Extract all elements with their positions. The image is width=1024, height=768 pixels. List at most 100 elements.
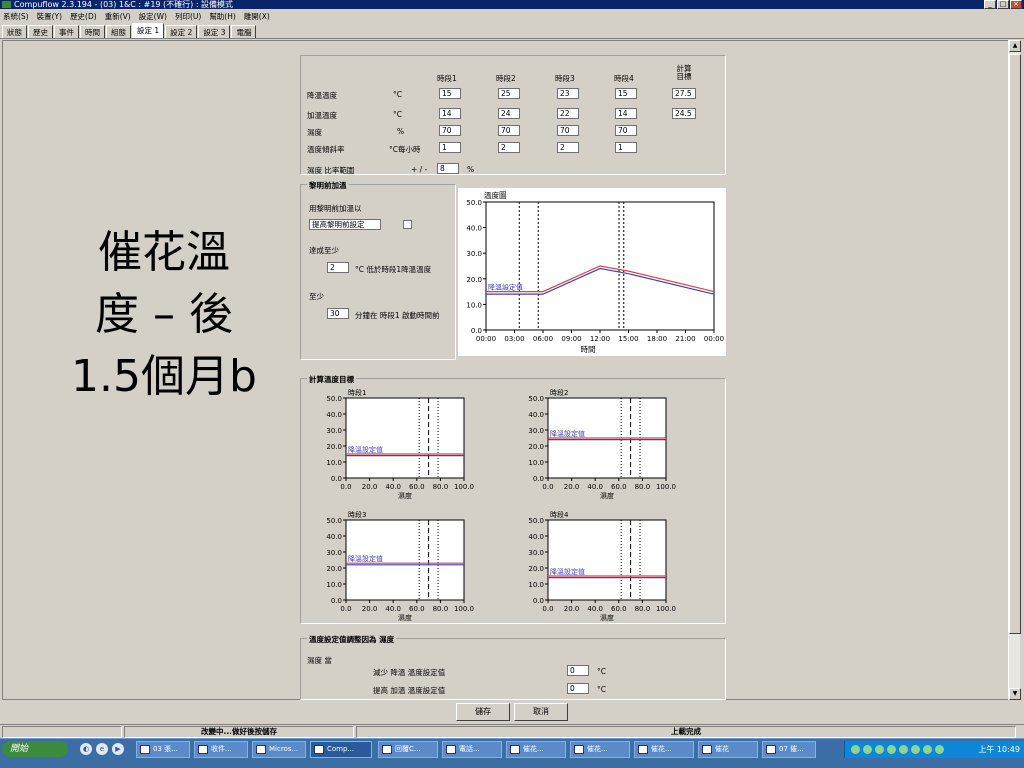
humidity-p1[interactable]: 70 [439, 125, 461, 136]
tab-history[interactable]: 歷史 [28, 25, 53, 38]
cancel-button[interactable]: 取消 [514, 703, 568, 721]
heating-temp-p1[interactable]: 14 [439, 108, 461, 119]
vertical-scrollbar[interactable]: ▲ ▼ [1008, 40, 1021, 700]
menu-print[interactable]: 列印(U) [175, 11, 201, 22]
x-tick-label: 20.0 [362, 605, 378, 613]
adjust-group: 溫度設定值調整因為 濕度 濕度 當 減少 降溫 溫度設定值 0 °C 提高 加溫… [300, 634, 726, 700]
predawn-title: 黎明前加溫 [307, 180, 349, 191]
menu-history[interactable]: 歷史(D) [70, 11, 97, 22]
header-period-2: 時段2 [496, 74, 516, 83]
taskbar-item-active[interactable]: Comp... [310, 741, 372, 758]
humidity-p2[interactable]: 70 [498, 125, 520, 136]
x-tick-label: 0.0 [340, 483, 351, 491]
temperature-chart-xlabel: 時間 [581, 345, 596, 354]
taskbar-item[interactable]: 07 催... [762, 741, 816, 758]
save-button[interactable]: 儲存 [456, 703, 510, 721]
scroll-down-arrow-icon[interactable]: ▼ [1009, 688, 1021, 700]
ramp-rate-p3[interactable]: 2 [557, 142, 579, 153]
desktop-icon[interactable]: ◐ [80, 743, 92, 755]
ramp-rate-p4[interactable]: 1 [615, 142, 637, 153]
taskbar-item[interactable]: Micros... [252, 741, 306, 758]
tab-settings-2[interactable]: 設定 2 [165, 25, 198, 38]
cooling-temp-p1[interactable]: 15 [439, 88, 461, 99]
tab-status[interactable]: 狀態 [2, 25, 27, 38]
adjust-row2-input[interactable]: 0 [567, 683, 589, 694]
tab-events[interactable]: 事件 [54, 25, 79, 38]
window-controls: _ □ × [984, 0, 1022, 9]
taskbar-item[interactable]: 回覆C... [378, 741, 438, 758]
menu-help[interactable]: 幫助(H) [209, 11, 236, 22]
taskbar-item[interactable]: 電話... [442, 741, 502, 758]
tray-icon[interactable] [899, 745, 908, 754]
menu-refresh[interactable]: 重新(V) [105, 11, 131, 22]
cooling-temp-p3[interactable]: 23 [557, 88, 579, 99]
x-tick-label: 20.0 [362, 483, 378, 491]
start-button[interactable]: 開始 [2, 741, 68, 757]
tray-icon[interactable] [851, 745, 860, 754]
tab-settings-3[interactable]: 設定 3 [198, 25, 231, 38]
humidity-p3[interactable]: 70 [557, 125, 579, 136]
close-button[interactable]: × [1010, 0, 1022, 9]
ramp-rate-p2[interactable]: 2 [498, 142, 520, 153]
predawn-lead-label: 至少 [309, 292, 324, 301]
tab-computer[interactable]: 電腦 [231, 25, 257, 38]
cooling-temp-p4[interactable]: 15 [615, 88, 637, 99]
tab-settings-1[interactable]: 設定 1 [132, 23, 165, 38]
y-tick-label: 20.0 [326, 443, 342, 451]
x-tick-label: 03:00 [504, 335, 524, 343]
browser-icon[interactable]: e [96, 743, 108, 755]
tray-icon[interactable] [875, 745, 884, 754]
x-tick-label: 60.0 [409, 483, 425, 491]
mini-chart-xlabel: 濕度 [600, 491, 614, 500]
tray-icon[interactable] [863, 745, 872, 754]
humidity-range-input[interactable]: 8 [437, 163, 459, 174]
taskbar-item[interactable]: 催花 [698, 741, 758, 758]
menu-system[interactable]: 系統(S) [3, 11, 29, 22]
taskbar: 開始 ◐ e ▶ 03 張... 收件... Micros... Comp...… [0, 738, 1024, 768]
status-right: 上載完成 [356, 726, 1016, 738]
ramp-rate-p1[interactable]: 1 [439, 142, 461, 153]
clock: 上午 10:49 [978, 745, 1020, 754]
y-tick-label: 30.0 [528, 427, 544, 435]
media-icon[interactable]: ▶ [112, 743, 124, 755]
predawn-enable-label: 用黎明前加溫以 [309, 204, 362, 213]
y-tick-label: 20.0 [528, 565, 544, 573]
y-tick-label: 0.0 [331, 597, 342, 605]
heating-temp-p4[interactable]: 14 [615, 108, 637, 119]
menu-exit[interactable]: 離開(X) [244, 11, 270, 22]
predawn-decrease-input[interactable]: 2 [327, 262, 349, 273]
x-tick-label: 80.0 [635, 605, 651, 613]
taskbar-item[interactable]: 收件... [194, 741, 248, 758]
scroll-thumb[interactable] [1009, 54, 1021, 634]
tab-time[interactable]: 時間 [80, 25, 105, 38]
heating-temp-p3[interactable]: 22 [557, 108, 579, 119]
scroll-up-arrow-icon[interactable]: ▲ [1009, 40, 1021, 52]
taskbar-item[interactable]: 催花... [634, 741, 694, 758]
heating-target: 24.5 [672, 108, 696, 119]
humidity-p4[interactable]: 70 [615, 125, 637, 136]
menu-device[interactable]: 裝置(Y) [37, 11, 62, 22]
minimize-button[interactable]: _ [984, 0, 996, 9]
predawn-enable-field[interactable]: 提高黎明前設定 [309, 219, 381, 230]
adjust-row1-input[interactable]: 0 [567, 665, 589, 676]
predawn-checkbox[interactable] [403, 220, 412, 229]
tab-config[interactable]: 組態 [106, 25, 131, 38]
row-unit: °C [393, 110, 402, 119]
cooling-temp-p2[interactable]: 25 [498, 88, 520, 99]
taskbar-item[interactable]: 03 張... [136, 741, 190, 758]
menu-settings[interactable]: 設定(W) [139, 11, 167, 22]
taskbar-item[interactable]: 催花... [506, 741, 566, 758]
tray-icon[interactable] [911, 745, 920, 754]
y-tick-label: 30.0 [326, 549, 342, 557]
maximize-button[interactable]: □ [997, 0, 1009, 9]
heating-temp-p2[interactable]: 24 [498, 108, 520, 119]
period-4-chart: 時段4 50.0 40.0 30.0 20.0 10.0 0.00.0 20.0 40.0 60.… [528, 510, 676, 622]
tray-icon[interactable] [923, 745, 932, 754]
tray-icon[interactable] [935, 745, 944, 754]
tray-icon[interactable] [887, 745, 896, 754]
app-icon [314, 745, 324, 754]
taskbar-item[interactable]: 催花... [570, 741, 630, 758]
system-tray: 上午 10:49 [844, 741, 1024, 758]
predawn-lead-input[interactable]: 30 [327, 308, 349, 319]
folder-icon [140, 745, 150, 754]
